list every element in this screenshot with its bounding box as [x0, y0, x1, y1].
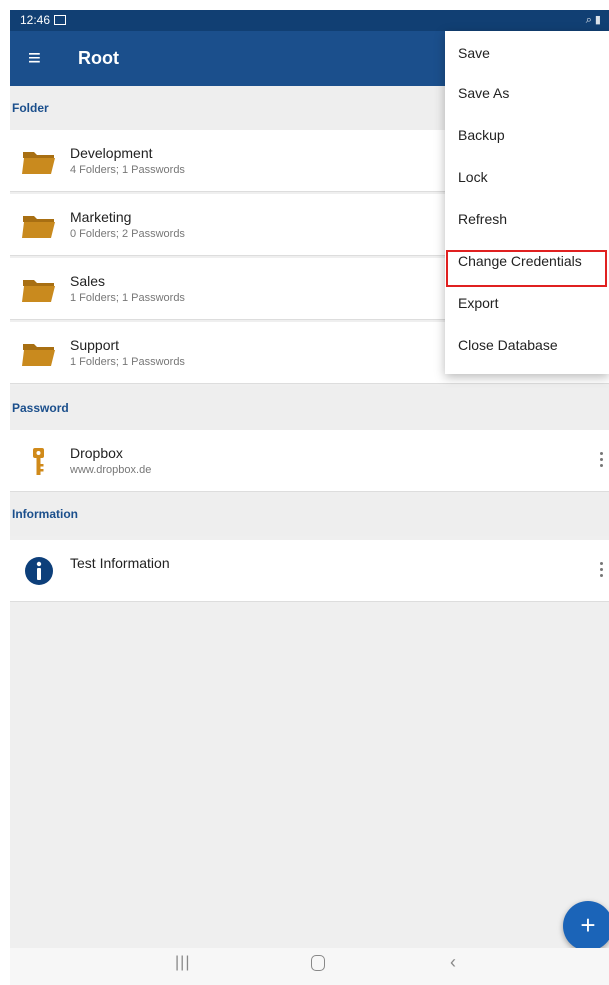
- section-label: Folder: [12, 101, 49, 115]
- add-entry-button[interactable]: +: [563, 901, 609, 951]
- folder-icon: [22, 152, 55, 174]
- menu-item-change-credentials[interactable]: Change Credentials: [445, 239, 609, 279]
- menu-item-backup[interactable]: Backup: [445, 113, 609, 153]
- empty-content-area: [10, 602, 609, 948]
- password-name: Dropbox: [70, 445, 123, 461]
- menu-item-save[interactable]: Save: [445, 31, 609, 71]
- folder-detail: 4 Folders; 1 Passwords: [70, 164, 185, 176]
- folder-name: Marketing: [70, 209, 132, 225]
- folder-icon: [22, 216, 55, 238]
- password-url: www.dropbox.de: [70, 464, 152, 476]
- image-notification-icon: [54, 15, 66, 25]
- status-bar: 12:46 ⌕ ▮: [10, 10, 609, 31]
- page-title: Root: [78, 48, 119, 68]
- home-icon[interactable]: [311, 955, 325, 971]
- menu-item-refresh[interactable]: Refresh: [445, 197, 609, 237]
- back-icon[interactable]: ‹: [450, 952, 456, 973]
- section-header-password: Password: [10, 386, 609, 430]
- more-options-icon[interactable]: [597, 452, 605, 472]
- menu-item-export[interactable]: Export: [445, 281, 609, 321]
- status-time: 12:46: [20, 13, 51, 27]
- section-label: Password: [12, 401, 69, 415]
- information-row-test[interactable]: Test Information: [10, 540, 609, 602]
- menu-item-close-database[interactable]: Close Database: [445, 323, 609, 363]
- menu-item-lock[interactable]: Lock: [445, 155, 609, 195]
- information-name: Test Information: [70, 555, 170, 571]
- folder-name: Sales: [70, 273, 106, 289]
- folder-icon: [22, 280, 55, 302]
- password-row-dropbox[interactable]: Dropbox www.dropbox.de: [10, 430, 609, 492]
- more-options-icon[interactable]: [597, 562, 605, 582]
- info-icon: [25, 557, 53, 585]
- folder-detail: 1 Folders; 1 Passwords: [70, 292, 185, 304]
- folder-detail: 0 Folders; 2 Passwords: [70, 228, 185, 240]
- menu-item-save-as[interactable]: Save As: [445, 71, 609, 111]
- system-status-icons: ⌕ ▮: [585, 14, 601, 26]
- folder-icon: [22, 344, 55, 366]
- hamburger-menu-icon[interactable]: ≡: [28, 47, 41, 69]
- section-label: Information: [12, 507, 78, 521]
- folder-detail: 1 Folders; 1 Passwords: [70, 356, 185, 368]
- recent-apps-icon[interactable]: |||: [175, 954, 190, 972]
- app-screen: 12:46 ⌕ ▮ ≡ Root Folder Development 4 Fo…: [10, 10, 609, 985]
- key-icon: [33, 448, 44, 475]
- section-header-information: Information: [10, 492, 609, 536]
- folder-name: Support: [70, 337, 120, 353]
- system-navigation-bar: ||| ‹: [10, 948, 609, 985]
- folder-name: Development: [70, 145, 153, 161]
- overflow-menu: Save Save As Backup Lock Refresh Change …: [445, 31, 609, 374]
